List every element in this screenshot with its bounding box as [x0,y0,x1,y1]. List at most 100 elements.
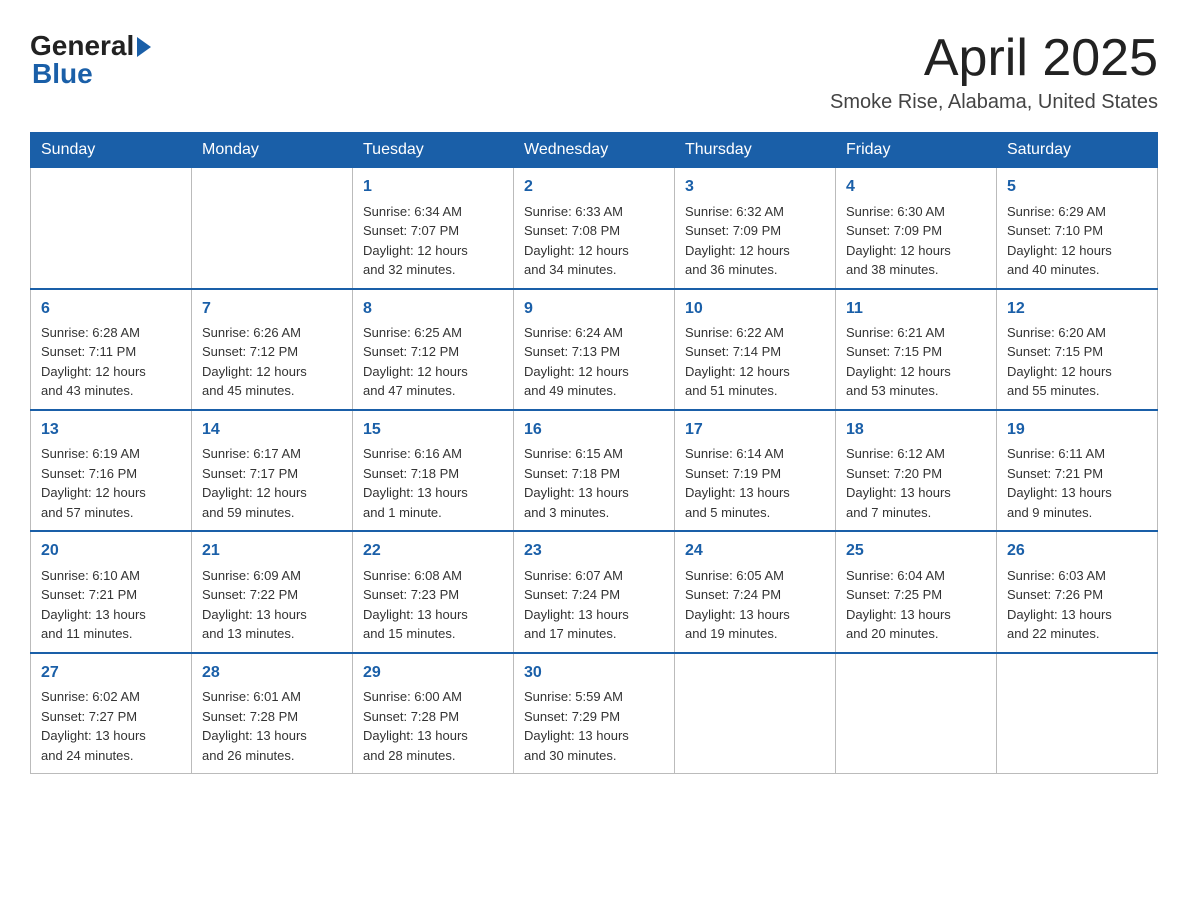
calendar-week-2: 6Sunrise: 6:28 AMSunset: 7:11 PMDaylight… [31,289,1158,410]
day-number: 25 [846,540,986,562]
day-number: 18 [846,419,986,441]
day-info: Sunrise: 6:29 AMSunset: 7:10 PMDaylight:… [1007,202,1147,280]
weekday-header-tuesday: Tuesday [353,133,514,168]
calendar-cell: 4 Sunrise: 6:30 AMSunset: 7:09 PMDaylight… [836,168,997,289]
calendar-cell [675,653,836,774]
calendar-cell: 23Sunrise: 6:07 AMSunset: 7:24 PMDayligh… [514,531,675,652]
day-info: Sunrise: 6:22 AMSunset: 7:14 PMDaylight:… [685,323,825,401]
day-number: 7 [202,298,342,320]
calendar-cell: 26 Sunrise: 6:03 AMSunset: 7:26 PMDayligh… [997,531,1158,652]
day-info: Sunrise: 6:19 AMSunset: 7:16 PMDaylight:… [41,444,181,522]
day-number: 27 [41,662,181,684]
day-number: 17 [685,419,825,441]
calendar-cell [836,653,997,774]
page-header: General Blue April 2025 Smoke Rise, Alab… [30,30,1158,114]
day-number: 16 [524,419,664,441]
day-number: 2 [524,176,664,198]
weekday-header-monday: Monday [192,133,353,168]
calendar-cell: 5 Sunrise: 6:29 AMSunset: 7:10 PMDaylight… [997,168,1158,289]
calendar-cell: 2 Sunrise: 6:33 AMSunset: 7:08 PMDaylight… [514,168,675,289]
day-info: Sunrise: 6:00 AMSunset: 7:28 PMDaylight:… [363,687,503,765]
logo-arrow-icon [137,37,151,57]
day-number: 26 [1007,540,1147,562]
day-info: Sunrise: 6:24 AMSunset: 7:13 PMDaylight:… [524,323,664,401]
calendar-week-1: 1Sunrise: 6:34 AMSunset: 7:07 PMDaylight… [31,168,1158,289]
calendar-cell: 30Sunrise: 5:59 AMSunset: 7:29 PMDayligh… [514,653,675,774]
day-number: 20 [41,540,181,562]
calendar-cell: 6Sunrise: 6:28 AMSunset: 7:11 PMDaylight… [31,289,192,410]
calendar-week-4: 20 Sunrise: 6:10 AMSunset: 7:21 PMDayligh… [31,531,1158,652]
calendar-cell: 29 Sunrise: 6:00 AMSunset: 7:28 PMDayligh… [353,653,514,774]
day-info: Sunrise: 6:33 AMSunset: 7:08 PMDaylight:… [524,202,664,280]
day-info: Sunrise: 6:20 AMSunset: 7:15 PMDaylight:… [1007,323,1147,401]
calendar-cell [997,653,1158,774]
day-number: 30 [524,662,664,684]
day-info: Sunrise: 6:30 AMSunset: 7:09 PMDaylight:… [846,202,986,280]
logo: General Blue [30,30,151,90]
day-number: 5 [1007,176,1147,198]
weekday-header-sunday: Sunday [31,133,192,168]
logo-blue: Blue [32,58,93,90]
day-number: 8 [363,298,503,320]
day-info: Sunrise: 6:11 AMSunset: 7:21 PMDaylight:… [1007,444,1147,522]
day-info: Sunrise: 6:14 AMSunset: 7:19 PMDaylight:… [685,444,825,522]
calendar-cell: 7Sunrise: 6:26 AMSunset: 7:12 PMDaylight… [192,289,353,410]
calendar-cell: 14Sunrise: 6:17 AMSunset: 7:17 PMDayligh… [192,410,353,531]
calendar-cell: 15 Sunrise: 6:16 AMSunset: 7:18 PMDayligh… [353,410,514,531]
weekday-header-wednesday: Wednesday [514,133,675,168]
calendar-week-3: 13 Sunrise: 6:19 AMSunset: 7:16 PMDayligh… [31,410,1158,531]
calendar-cell: 11 Sunrise: 6:21 AMSunset: 7:15 PMDayligh… [836,289,997,410]
calendar-cell: 20 Sunrise: 6:10 AMSunset: 7:21 PMDayligh… [31,531,192,652]
day-info: Sunrise: 6:28 AMSunset: 7:11 PMDaylight:… [41,323,181,401]
day-info: Sunrise: 6:16 AMSunset: 7:18 PMDaylight:… [363,444,503,522]
calendar-cell: 10 Sunrise: 6:22 AMSunset: 7:14 PMDayligh… [675,289,836,410]
day-number: 23 [524,540,664,562]
day-info: Sunrise: 6:02 AMSunset: 7:27 PMDaylight:… [41,687,181,765]
calendar-cell [192,168,353,289]
day-number: 9 [524,298,664,320]
day-info: Sunrise: 6:09 AMSunset: 7:22 PMDaylight:… [202,566,342,644]
day-number: 1 [363,176,503,198]
day-info: Sunrise: 6:01 AMSunset: 7:28 PMDaylight:… [202,687,342,765]
calendar-cell: 3Sunrise: 6:32 AMSunset: 7:09 PMDaylight… [675,168,836,289]
calendar-cell: 28 Sunrise: 6:01 AMSunset: 7:28 PMDayligh… [192,653,353,774]
day-number: 21 [202,540,342,562]
day-number: 13 [41,419,181,441]
day-number: 12 [1007,298,1147,320]
calendar-cell: 8 Sunrise: 6:25 AMSunset: 7:12 PMDaylight… [353,289,514,410]
day-info: Sunrise: 6:12 AMSunset: 7:20 PMDaylight:… [846,444,986,522]
weekday-header-friday: Friday [836,133,997,168]
day-info: Sunrise: 6:21 AMSunset: 7:15 PMDaylight:… [846,323,986,401]
day-number: 11 [846,298,986,320]
day-info: Sunrise: 6:10 AMSunset: 7:21 PMDaylight:… [41,566,181,644]
calendar-cell: 24Sunrise: 6:05 AMSunset: 7:24 PMDayligh… [675,531,836,652]
day-info: Sunrise: 6:15 AMSunset: 7:18 PMDaylight:… [524,444,664,522]
day-info: Sunrise: 6:05 AMSunset: 7:24 PMDaylight:… [685,566,825,644]
title-area: April 2025 Smoke Rise, Alabama, United S… [830,30,1158,114]
day-number: 28 [202,662,342,684]
calendar-cell: 21 Sunrise: 6:09 AMSunset: 7:22 PMDayligh… [192,531,353,652]
calendar-cell: 25 Sunrise: 6:04 AMSunset: 7:25 PMDayligh… [836,531,997,652]
day-info: Sunrise: 6:04 AMSunset: 7:25 PMDaylight:… [846,566,986,644]
day-number: 10 [685,298,825,320]
calendar-cell: 1Sunrise: 6:34 AMSunset: 7:07 PMDaylight… [353,168,514,289]
day-info: Sunrise: 6:32 AMSunset: 7:09 PMDaylight:… [685,202,825,280]
day-number: 19 [1007,419,1147,441]
calendar-cell: 13 Sunrise: 6:19 AMSunset: 7:16 PMDayligh… [31,410,192,531]
calendar-cell: 9 Sunrise: 6:24 AMSunset: 7:13 PMDaylight… [514,289,675,410]
calendar-cell: 18 Sunrise: 6:12 AMSunset: 7:20 PMDayligh… [836,410,997,531]
day-number: 15 [363,419,503,441]
day-number: 29 [363,662,503,684]
weekday-header-row: SundayMondayTuesdayWednesdayThursdayFrid… [31,133,1158,168]
weekday-header-saturday: Saturday [997,133,1158,168]
day-number: 4 [846,176,986,198]
calendar-cell [31,168,192,289]
calendar-cell: 22Sunrise: 6:08 AMSunset: 7:23 PMDayligh… [353,531,514,652]
day-number: 22 [363,540,503,562]
calendar-cell: 12 Sunrise: 6:20 AMSunset: 7:15 PMDayligh… [997,289,1158,410]
month-title: April 2025 [830,30,1158,87]
day-info: Sunrise: 6:25 AMSunset: 7:12 PMDaylight:… [363,323,503,401]
day-info: Sunrise: 6:03 AMSunset: 7:26 PMDaylight:… [1007,566,1147,644]
weekday-header-thursday: Thursday [675,133,836,168]
calendar-week-5: 27 Sunrise: 6:02 AMSunset: 7:27 PMDayligh… [31,653,1158,774]
